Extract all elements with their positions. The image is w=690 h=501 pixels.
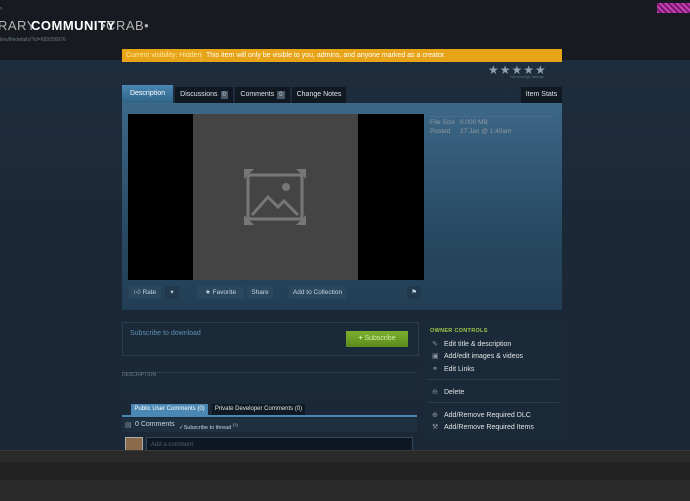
tab-change-notes[interactable]: Change Notes xyxy=(292,87,346,103)
url-breadcrumb: iles/filedetails/?id=689256976 xyxy=(0,37,66,43)
subscribe-label: Subscribe to download xyxy=(130,330,201,337)
images-icon: ▣ xyxy=(432,353,439,360)
edit-title-link[interactable]: ✎ Edit title & description xyxy=(432,340,511,348)
file-size-value: 0.000 MB xyxy=(460,119,488,126)
subscribe-button-label: Subscribe xyxy=(364,335,396,342)
owner-item-label: Delete xyxy=(444,389,465,396)
discussions-count: 0 xyxy=(220,91,228,99)
visibility-banner: Current visibility: Hidden This item wil… xyxy=(122,49,562,62)
tab-label: Description xyxy=(129,90,165,97)
flag-icon: ⚑ xyxy=(411,289,417,296)
owner-item-label: Add/edit images & videos xyxy=(444,353,523,360)
file-size-label: File Size xyxy=(430,119,455,126)
dlc-icon: ⊕ xyxy=(432,412,438,419)
item-stats-label: Item Stats xyxy=(525,91,558,98)
rate-down-button[interactable]: ▾ xyxy=(165,286,179,299)
tab-public-comments[interactable]: Public User Comments (0) xyxy=(131,404,208,415)
visibility-label: Current visibility: Hidden xyxy=(126,52,202,59)
edit-images-link[interactable]: ▣ Add/edit images & videos xyxy=(432,352,523,360)
owner-controls-panel-lower xyxy=(425,403,562,440)
delete-link[interactable]: ⊖ Delete xyxy=(432,388,464,396)
edit-icon: ✎ xyxy=(432,341,438,348)
share-label: Share xyxy=(251,289,269,296)
tab-description[interactable]: Description xyxy=(122,85,173,103)
visibility-message: This item will only be visible to you, a… xyxy=(206,52,446,59)
posted-label: Posted xyxy=(430,128,451,135)
notification-badge[interactable] xyxy=(657,3,690,13)
taskbar-strip xyxy=(0,462,690,480)
favorite-button[interactable]: ★ Favorite xyxy=(197,286,244,299)
owner-item-label: Add/Remove Required Items xyxy=(444,424,534,431)
collection-label: Add to Collection xyxy=(292,289,343,296)
owner-item-label: Edit title & description xyxy=(444,341,512,348)
link-icon: ⚭ xyxy=(432,366,438,373)
tab-label: Change Notes xyxy=(296,91,342,98)
required-dlc-link[interactable]: ⊕ Add/Remove Required DLC xyxy=(432,411,531,419)
tab-discussions[interactable]: Discussions 0 xyxy=(175,87,233,103)
comment-bubble-icon: ▤ xyxy=(125,422,132,429)
owner-item-label: Add/Remove Required DLC xyxy=(444,412,531,419)
report-button[interactable]: ⚑ xyxy=(407,286,421,299)
tab-comments[interactable]: Comments 0 xyxy=(235,87,290,103)
help-hint[interactable]: (?) xyxy=(233,422,238,427)
tab-label: Comments xyxy=(240,91,275,98)
owner-controls-title: OWNER CONTROLS xyxy=(430,328,488,334)
star-icon: ★ xyxy=(204,289,213,296)
visibility-divider xyxy=(201,51,202,60)
favorite-label: Favorite xyxy=(212,289,237,296)
nav-username[interactable]: •CRAB• xyxy=(101,18,149,33)
tab-private-comments[interactable]: Private Developer Comments (0) xyxy=(212,404,305,415)
edit-links-link[interactable]: ⚭ Edit Links xyxy=(432,365,474,373)
item-stats-button[interactable]: Item Stats xyxy=(521,87,562,103)
ctab-label: Public User Comments (0) xyxy=(134,406,205,412)
share-button[interactable]: Share xyxy=(247,286,273,299)
subscribe-thread-toggle[interactable]: ✓Subscribe to thread (?) xyxy=(179,422,238,431)
tab-label: Discussions xyxy=(180,91,218,98)
meta-divider xyxy=(430,116,554,117)
posted-value: 27 Jan @ 1:40am xyxy=(460,128,512,135)
required-items-link[interactable]: ⚒ Add/Remove Required Items xyxy=(432,423,534,431)
comment-placeholder: Add a comment xyxy=(151,442,194,448)
nav-overflow-icon: › xyxy=(0,6,2,12)
rate-up-button[interactable]: 👍︎ Rate xyxy=(129,286,161,299)
description-box xyxy=(122,372,417,395)
delete-icon: ⊖ xyxy=(432,389,438,396)
ctab-label: Private Developer Comments (0) xyxy=(214,406,303,412)
owner-item-label: Edit Links xyxy=(444,366,475,373)
owner-divider xyxy=(428,402,559,403)
subscribe-button[interactable]: + Subscribe xyxy=(346,331,408,347)
comments-divider xyxy=(122,415,417,417)
thumbs-down-icon: ▾ xyxy=(170,289,174,296)
required-items-icon: ⚒ xyxy=(432,424,439,431)
subscribe-thread-label: Subscribe to thread xyxy=(183,424,232,431)
owner-divider xyxy=(428,379,559,380)
rate-label: Rate xyxy=(142,289,157,296)
rating-note: Not enough ratings xyxy=(510,74,544,79)
comments-count: 0 xyxy=(277,91,285,99)
add-to-collection-button[interactable]: Add to Collection xyxy=(289,286,346,299)
image-placeholder-icon xyxy=(244,169,306,225)
description-heading: DESCRIPTION xyxy=(122,372,157,378)
comment-count: 0 Comments xyxy=(135,421,175,428)
